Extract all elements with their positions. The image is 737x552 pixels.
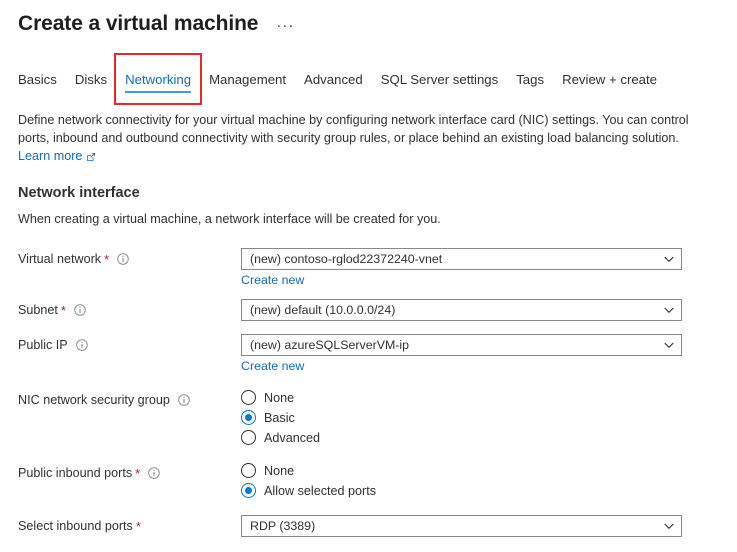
tab-tags[interactable]: Tags xyxy=(507,62,553,96)
field-label-text: Subnet xyxy=(18,303,58,317)
networking-form: Virtual network * (new) contoso-rglod223… xyxy=(0,248,737,537)
required-asterisk: * xyxy=(60,302,66,318)
info-icon[interactable] xyxy=(117,253,129,265)
section-description: When creating a virtual machine, a netwo… xyxy=(18,212,441,226)
info-icon[interactable] xyxy=(74,304,86,316)
field-label-text: Public inbound ports xyxy=(18,466,133,480)
radio-icon xyxy=(241,463,256,478)
radio-label: Advanced xyxy=(264,430,321,445)
subnet-label: Subnet * xyxy=(18,299,241,317)
subnet-control: (new) default (10.0.0.0/24) xyxy=(241,299,719,321)
intro-paragraph: Define network connectivity for your vir… xyxy=(18,113,689,145)
virtual-network-create-new-link[interactable]: Create new xyxy=(241,273,304,287)
public-inbound-ports-radio-none[interactable]: None xyxy=(241,463,719,478)
nic-nsg-radio-none[interactable]: None xyxy=(241,390,719,405)
required-asterisk: * xyxy=(135,465,141,481)
tab-label: Disks xyxy=(74,71,108,87)
tab-label: Tags xyxy=(516,71,545,87)
active-tab-underline xyxy=(125,91,192,93)
required-asterisk: * xyxy=(135,518,141,534)
public-ip-label: Public IP xyxy=(18,334,241,352)
nic-nsg-radio-group: None Basic Advanced xyxy=(241,389,719,445)
virtual-network-label: Virtual network * xyxy=(18,248,241,266)
tab-label: SQL Server settings xyxy=(380,71,499,87)
nic-nsg-radio-basic[interactable]: Basic xyxy=(241,410,719,425)
radio-label: Basic xyxy=(264,410,295,425)
tab-networking[interactable]: Networking xyxy=(114,53,203,105)
tab-review-create[interactable]: Review + create xyxy=(553,62,666,96)
tab-label: Review + create xyxy=(562,71,657,87)
virtual-network-select[interactable]: (new) contoso-rglod22372240-vnet xyxy=(241,248,682,270)
nic-nsg-control: None Basic Advanced xyxy=(241,389,719,445)
radio-label: None xyxy=(264,390,295,405)
form-row-nic-network-security-group: NIC network security group None Basic Ad… xyxy=(18,389,719,445)
subnet-value: (new) default (10.0.0.0/24) xyxy=(250,303,396,317)
field-label-text: Public IP xyxy=(18,338,68,352)
select-inbound-ports-label: Select inbound ports * xyxy=(18,515,241,533)
required-asterisk: * xyxy=(104,251,110,267)
tab-disks[interactable]: Disks xyxy=(66,62,116,96)
select-inbound-ports-select[interactable]: RDP (3389) xyxy=(241,515,682,537)
page-title: Create a virtual machine xyxy=(18,12,259,35)
external-link-icon xyxy=(86,151,96,161)
radio-icon xyxy=(241,390,256,405)
more-options-button[interactable]: ··· xyxy=(276,18,294,33)
public-ip-control: (new) azureSQLServerVM-ip Create new xyxy=(241,334,719,375)
tab-label: Management xyxy=(209,71,287,87)
field-label-text: Virtual network xyxy=(18,252,102,266)
public-inbound-ports-radio-allow-selected[interactable]: Allow selected ports xyxy=(241,483,719,498)
tab-label: Basics xyxy=(18,71,57,87)
tab-bar: Basics Disks Networking Management Advan… xyxy=(0,53,737,105)
form-row-virtual-network: Virtual network * (new) contoso-rglod223… xyxy=(18,248,719,289)
info-icon[interactable] xyxy=(148,467,160,479)
public-inbound-ports-control: None Allow selected ports xyxy=(241,462,719,498)
section-title-network-interface: Network interface xyxy=(18,185,140,201)
form-row-public-inbound-ports: Public inbound ports * None Allow select… xyxy=(18,462,719,498)
chevron-down-icon xyxy=(663,520,675,532)
tab-basics[interactable]: Basics xyxy=(18,62,66,96)
field-label-text: NIC network security group xyxy=(18,393,170,407)
radio-icon-selected xyxy=(241,483,256,498)
radio-icon xyxy=(241,430,256,445)
radio-label: None xyxy=(264,463,295,478)
nic-nsg-label: NIC network security group xyxy=(18,389,241,407)
page-header: Create a virtual machine ··· xyxy=(0,0,737,38)
chevron-down-icon xyxy=(663,339,675,351)
public-ip-value: (new) azureSQLServerVM-ip xyxy=(250,338,410,352)
public-inbound-ports-radio-group: None Allow selected ports xyxy=(241,462,719,498)
learn-more-link[interactable]: Learn more xyxy=(18,149,96,163)
chevron-down-icon xyxy=(663,304,675,316)
learn-more-label: Learn more xyxy=(18,149,83,163)
info-icon[interactable] xyxy=(178,394,190,406)
tab-label: Networking xyxy=(125,71,192,87)
select-inbound-ports-value: RDP (3389) xyxy=(250,519,316,533)
public-ip-create-new-link[interactable]: Create new xyxy=(241,359,304,373)
info-icon[interactable] xyxy=(75,339,88,351)
form-row-select-inbound-ports: Select inbound ports * RDP (3389) xyxy=(18,515,719,537)
subnet-select[interactable]: (new) default (10.0.0.0/24) xyxy=(241,299,682,321)
public-ip-select[interactable]: (new) azureSQLServerVM-ip xyxy=(241,334,682,356)
form-row-public-ip: Public IP (new) azureSQLServerVM-ip Crea… xyxy=(18,334,719,375)
tab-management[interactable]: Management xyxy=(200,62,295,96)
radio-label: Allow selected ports xyxy=(264,483,376,498)
chevron-down-icon xyxy=(663,253,675,265)
public-inbound-ports-label: Public inbound ports * xyxy=(18,462,241,480)
form-row-subnet: Subnet * (new) default (10.0.0.0/24) xyxy=(18,299,719,321)
field-label-text: Select inbound ports xyxy=(18,519,133,533)
select-inbound-ports-control: RDP (3389) xyxy=(241,515,719,537)
nic-nsg-radio-advanced[interactable]: Advanced xyxy=(241,430,719,445)
tab-sql-server-settings[interactable]: SQL Server settings xyxy=(372,62,508,96)
virtual-network-value: (new) contoso-rglod22372240-vnet xyxy=(250,252,443,266)
radio-icon-selected xyxy=(241,410,256,425)
tab-label: Advanced xyxy=(304,71,363,87)
virtual-network-control: (new) contoso-rglod22372240-vnet Create … xyxy=(241,248,719,289)
tab-advanced[interactable]: Advanced xyxy=(295,62,372,96)
